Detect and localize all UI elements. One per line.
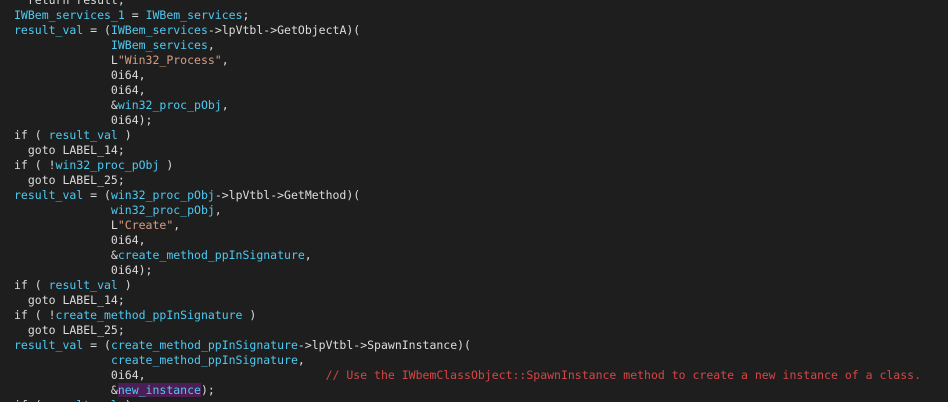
- code-line[interactable]: 0i64,: [14, 68, 921, 83]
- code-text: if ( !: [14, 308, 56, 322]
- code-text: goto LABEL_14;: [14, 293, 125, 307]
- code-text: =: [124, 8, 146, 22]
- code-line[interactable]: goto LABEL_25;: [14, 173, 921, 188]
- code-line[interactable]: goto LABEL_25;: [14, 323, 921, 338]
- code-text: ,: [221, 53, 229, 67]
- code-line[interactable]: create_method_ppInSignature,: [14, 353, 921, 368]
- code-text: if ( !: [14, 158, 56, 172]
- identifier-token[interactable]: result_val: [49, 128, 118, 142]
- code-text: ): [117, 278, 132, 292]
- identifier-token[interactable]: result_val: [14, 23, 83, 37]
- identifier-token[interactable]: create_method_ppInSignature: [118, 248, 305, 262]
- code-text: ,: [207, 38, 215, 52]
- code-text: 0i64);: [14, 263, 153, 277]
- code-text: &: [14, 248, 118, 262]
- identifier-token[interactable]: IWBem_services: [111, 23, 208, 37]
- code-line[interactable]: L"Win32_Process",: [14, 53, 921, 68]
- code-line[interactable]: 0i64);: [14, 263, 921, 278]
- code-text: ): [242, 308, 257, 322]
- code-text: ,: [297, 353, 305, 367]
- code-text: ;: [242, 8, 250, 22]
- code-text: 0i64);: [14, 113, 153, 127]
- code-text: 0i64,: [14, 83, 146, 97]
- identifier-token[interactable]: win32_proc_pObj: [118, 98, 222, 112]
- identifier-token[interactable]: result_val: [49, 278, 118, 292]
- code-text: ,: [214, 203, 222, 217]
- code-line[interactable]: goto LABEL_14;: [14, 293, 921, 308]
- code-comment: // Use the IWbemClassObject::SpawnInstan…: [325, 368, 921, 382]
- code-text: L: [14, 218, 118, 232]
- code-line[interactable]: if ( !create_method_ppInSignature ): [14, 308, 921, 323]
- code-line[interactable]: if ( !win32_proc_pObj ): [14, 158, 921, 173]
- code-text: 0i64,: [14, 68, 146, 82]
- code-text: goto LABEL_25;: [14, 323, 125, 337]
- code-text: ->lpVtbl->SpawnInstance)(: [297, 338, 471, 352]
- identifier-token[interactable]: win32_proc_pObj: [111, 188, 215, 202]
- code-line[interactable]: 0i64,: [14, 83, 921, 98]
- identifier-token[interactable]: create_method_ppInSignature: [111, 353, 298, 367]
- code-line[interactable]: if ( result_val ): [14, 128, 921, 143]
- code-line[interactable]: if ( result_val ): [14, 398, 921, 402]
- code-text: ,: [304, 248, 312, 262]
- code-text: if (: [14, 398, 49, 402]
- code-line[interactable]: &new_instance);: [14, 383, 921, 398]
- code-line[interactable]: result_val = (win32_proc_pObj->lpVtbl->G…: [14, 188, 921, 203]
- identifier-token[interactable]: IWBem_services: [111, 38, 208, 52]
- code-text: = (: [83, 188, 111, 202]
- code-text: if (: [14, 128, 49, 142]
- code-line[interactable]: L"Create",: [14, 218, 921, 233]
- code-text: = (: [83, 23, 111, 37]
- code-text: ): [117, 128, 132, 142]
- code-line[interactable]: &win32_proc_pObj,: [14, 98, 921, 113]
- decompiled-code: return result; IWBem_services_1 = IWBem_s…: [14, 0, 921, 402]
- code-text: return result;: [14, 0, 125, 7]
- highlighted-identifier[interactable]: new_instance: [117, 383, 201, 397]
- string-literal: "Create": [117, 218, 174, 232]
- code-line[interactable]: win32_proc_pObj,: [14, 203, 921, 218]
- code-editor[interactable]: return result; IWBem_services_1 = IWBem_s…: [0, 0, 948, 402]
- code-text: &: [14, 98, 118, 112]
- code-text: ,: [221, 98, 229, 112]
- identifier-token[interactable]: create_method_ppInSignature: [56, 308, 243, 322]
- code-text: ->lpVtbl->GetObjectA)(: [207, 23, 361, 37]
- code-text: = (: [83, 338, 111, 352]
- code-text: &: [14, 383, 118, 397]
- code-text: ,: [173, 218, 181, 232]
- code-text: goto LABEL_14;: [14, 143, 125, 157]
- code-line[interactable]: result_val = (IWBem_services->lpVtbl->Ge…: [14, 23, 921, 38]
- code-line[interactable]: 0i64);: [14, 113, 921, 128]
- identifier-token[interactable]: result_val: [14, 338, 83, 352]
- identifier-token[interactable]: result_val: [49, 398, 118, 402]
- identifier-token[interactable]: win32_proc_pObj: [111, 203, 215, 217]
- code-line[interactable]: IWBem_services_1 = IWBem_services;: [14, 8, 921, 23]
- code-line[interactable]: 0i64,: [14, 233, 921, 248]
- identifier-token[interactable]: result_val: [14, 188, 83, 202]
- code-line[interactable]: result_val = (create_method_ppInSignatur…: [14, 338, 921, 353]
- identifier-token[interactable]: create_method_ppInSignature: [111, 338, 298, 352]
- code-line[interactable]: 0i64, // Use the IWbemClassObject::Spawn…: [14, 368, 921, 383]
- identifier-token[interactable]: IWBem_services_1: [14, 8, 125, 22]
- code-text: 0i64,: [14, 233, 146, 247]
- code-text: ): [118, 398, 132, 402]
- code-text: L: [14, 53, 118, 67]
- identifier-token[interactable]: IWBem_services: [146, 8, 243, 22]
- code-text: goto LABEL_25;: [14, 173, 125, 187]
- code-text: );: [200, 383, 215, 397]
- identifier-token[interactable]: win32_proc_pObj: [56, 158, 160, 172]
- code-line[interactable]: return result;: [14, 0, 921, 8]
- string-literal: "Win32_Process": [117, 53, 222, 67]
- code-text: ): [159, 158, 174, 172]
- code-line[interactable]: goto LABEL_14;: [14, 143, 921, 158]
- code-line[interactable]: if ( result_val ): [14, 278, 921, 293]
- code-text: 0i64,: [14, 368, 326, 382]
- code-text: if (: [14, 278, 49, 292]
- code-line[interactable]: IWBem_services,: [14, 38, 921, 53]
- code-line[interactable]: &create_method_ppInSignature,: [14, 248, 921, 263]
- code-text: ->lpVtbl->GetMethod)(: [214, 188, 361, 202]
